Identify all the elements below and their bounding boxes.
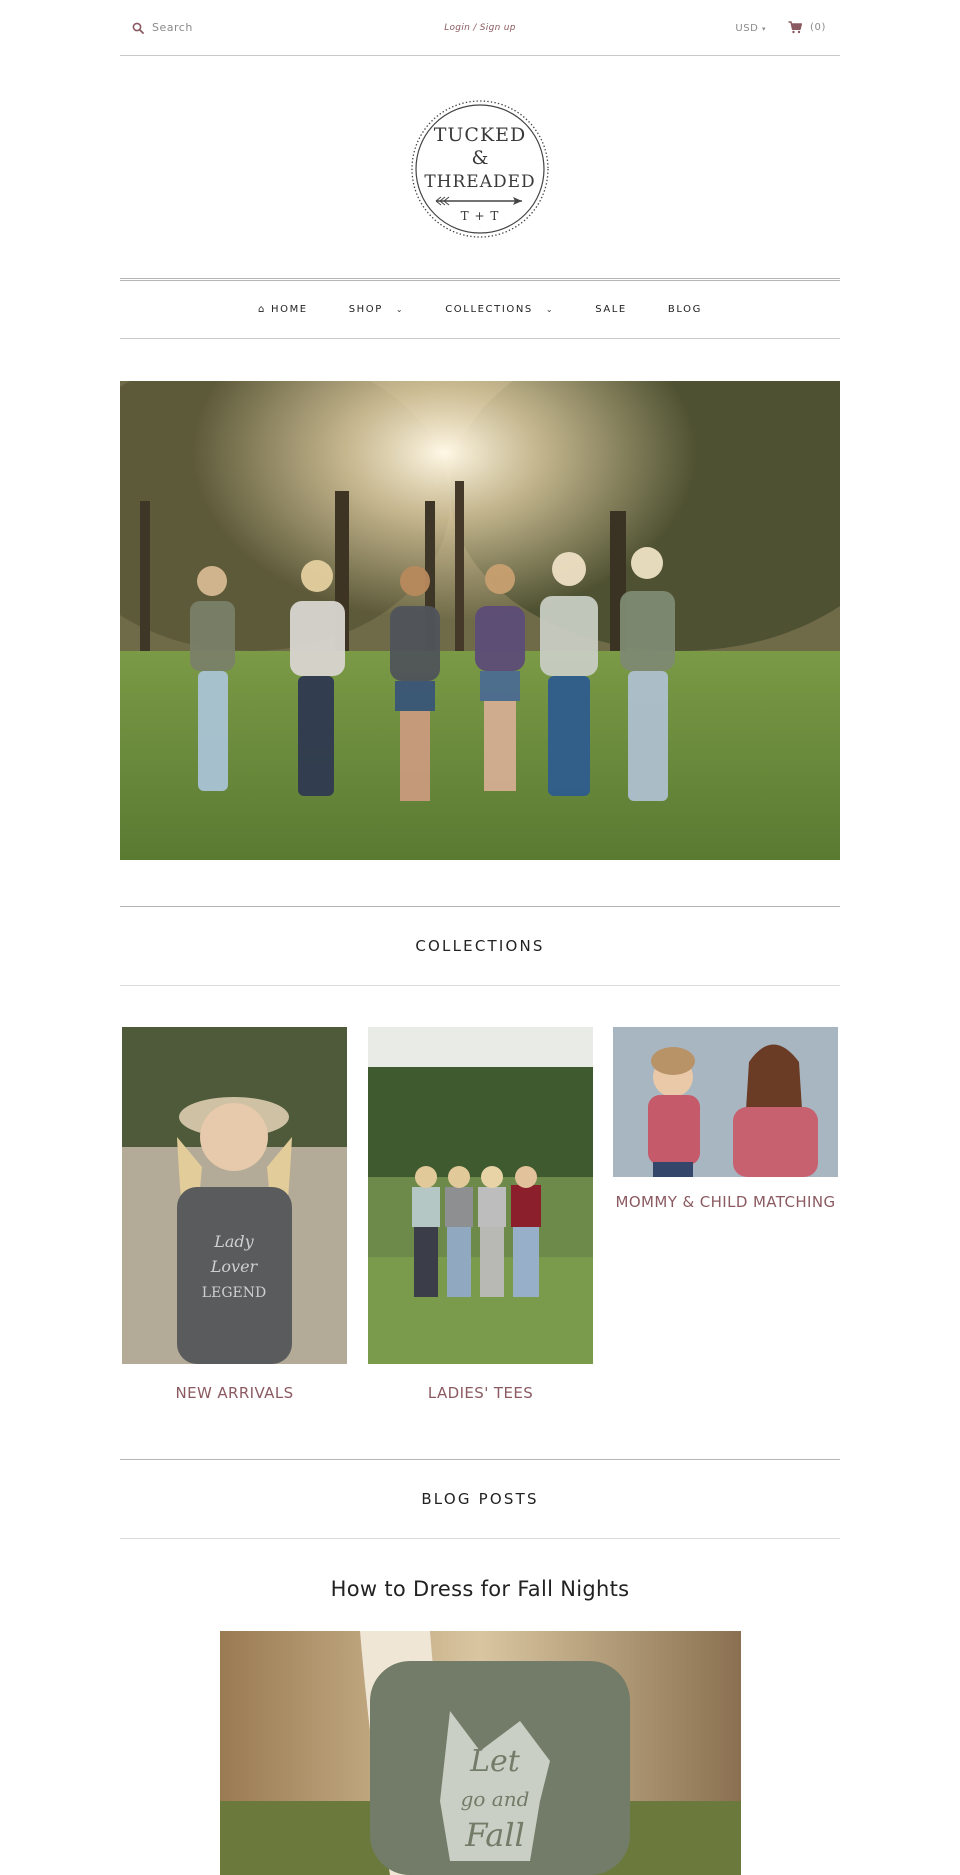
caret-down-icon: ▾ (761, 25, 766, 33)
cart-link[interactable]: (0) (788, 21, 826, 34)
home-icon: ⌂ (258, 304, 266, 315)
collection-photo (368, 1027, 593, 1364)
svg-text:TUCKED: TUCKED (434, 124, 527, 146)
section-title: BLOG POSTS (421, 1490, 539, 1508)
svg-text:&: & (472, 147, 489, 169)
svg-text:LEGEND: LEGEND (202, 1285, 266, 1301)
page: Search Login / Sign up USD ▾ (0) TUCKED … (0, 0, 960, 1875)
currency-selector[interactable]: USD ▾ (735, 23, 766, 34)
svg-text:Let: Let (469, 1744, 521, 1779)
top-bar: Search Login / Sign up USD ▾ (0) (120, 0, 840, 56)
main-nav: ⌂ HOME SHOP ⌄ COLLECTIONS ⌄ SALE BLOG (120, 278, 840, 339)
collection-card-new-arrivals[interactable]: Lady Lover LEGEND NEW ARRIVALS (122, 1027, 347, 1402)
chevron-down-icon: ⌄ (395, 305, 405, 314)
currency-value: USD (735, 23, 759, 34)
cart-count: (0) (810, 22, 826, 33)
brand-logo[interactable]: TUCKED & THREADED T + T (409, 98, 551, 240)
login-signup-link[interactable]: Login / Sign up (120, 23, 840, 33)
svg-text:Fall: Fall (464, 1816, 525, 1854)
section-title: COLLECTIONS (415, 937, 545, 955)
cart-icon (788, 21, 803, 34)
nav-item-label: BLOG (667, 304, 702, 315)
svg-text:T + T: T + T (461, 209, 500, 223)
hero-image[interactable] (120, 381, 840, 860)
svg-text:THREADED: THREADED (424, 172, 535, 192)
nav-item-label: HOME (270, 304, 308, 315)
collection-card-mommy-child[interactable]: MOMMY & CHILD MATCHING (613, 1027, 838, 1211)
nav-item-sale[interactable]: SALE (595, 304, 627, 315)
nav-item-shop[interactable]: SHOP ⌄ (349, 304, 404, 315)
collection-title[interactable]: NEW ARRIVALS (122, 1384, 347, 1402)
nav-item-home[interactable]: ⌂ HOME (258, 304, 308, 315)
collection-title[interactable]: MOMMY & CHILD MATCHING (613, 1193, 838, 1211)
logo-seal: TUCKED & THREADED T + T (411, 100, 549, 238)
collections-heading: COLLECTIONS (120, 906, 840, 986)
chevron-down-icon: ⌄ (545, 305, 555, 314)
blog-photo: Let go and Fall (220, 1631, 741, 1875)
nav-item-label: SALE (595, 304, 627, 315)
collection-photo (613, 1027, 838, 1177)
blog-post-image[interactable]: Let go and Fall (220, 1631, 741, 1875)
collection-image[interactable]: Lady Lover LEGEND (122, 1027, 347, 1364)
collection-photo: Lady Lover LEGEND (122, 1027, 347, 1364)
nav-item-blog[interactable]: BLOG (668, 304, 702, 315)
collection-title[interactable]: LADIES' TEES (368, 1384, 593, 1402)
collection-card-ladies-tees[interactable]: LADIES' TEES (368, 1027, 593, 1402)
blog-post-title[interactable]: How to Dress for Fall Nights (120, 1577, 840, 1601)
hero-photo (120, 381, 840, 860)
nav-item-collections[interactable]: COLLECTIONS ⌄ (445, 304, 554, 315)
collection-image[interactable] (613, 1027, 838, 1177)
svg-text:Lady: Lady (213, 1232, 254, 1251)
svg-text:Lover: Lover (210, 1257, 259, 1276)
collection-image[interactable] (368, 1027, 593, 1364)
nav-item-label: SHOP (348, 304, 383, 315)
blog-posts-heading: BLOG POSTS (120, 1459, 840, 1539)
nav-item-label: COLLECTIONS (445, 304, 533, 315)
svg-text:go and: go and (461, 1787, 530, 1811)
